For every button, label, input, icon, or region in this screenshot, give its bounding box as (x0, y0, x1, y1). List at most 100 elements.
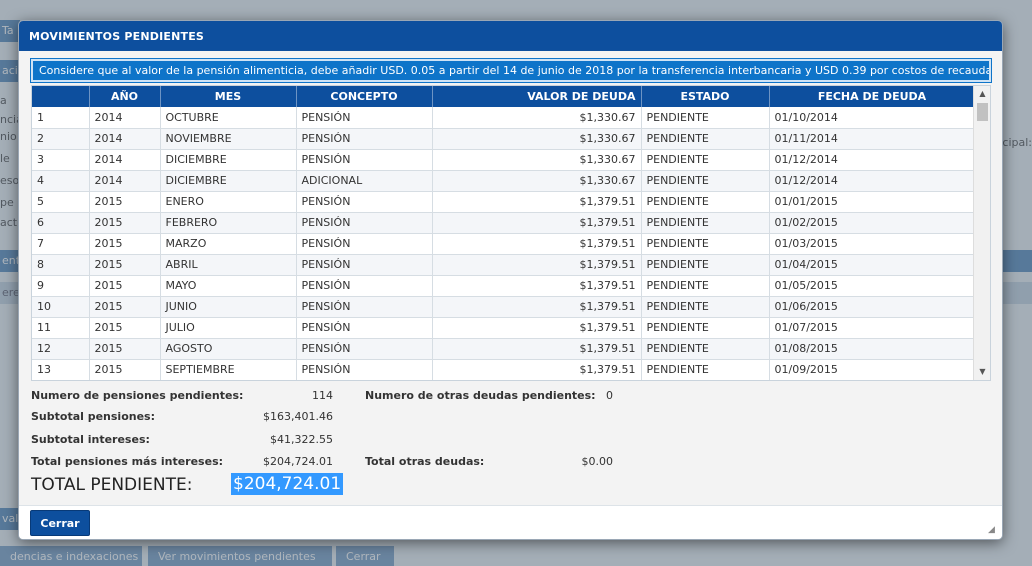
row-index: 3 (32, 149, 90, 171)
table-row[interactable]: 4 2014 DICIEMBRE ADICIONAL $1,330.67 PENDIENT… (32, 170, 976, 192)
table-row[interactable]: 2 2014 NOVIEMBRE PENSIÓN $1,330.67 PENDIENTE 0… (32, 128, 976, 150)
scroll-down-icon[interactable]: ▼ (974, 364, 990, 380)
pensiones-pendientes-value: 114 (312, 389, 333, 402)
row-mes: MARZO (160, 233, 297, 255)
scroll-thumb[interactable] (977, 103, 988, 121)
row-ano: 2015 (89, 212, 161, 234)
row-index: 2 (32, 128, 90, 150)
subtotal-pensiones-value: $163,401.46 (263, 410, 333, 423)
col-header-ano[interactable]: AÑO (89, 86, 161, 107)
row-concepto: PENSIÓN (296, 317, 433, 339)
row-index: 10 (32, 296, 90, 318)
row-estado: PENDIENTE (641, 254, 770, 276)
row-estado: PENDIENTE (641, 296, 770, 318)
subtotal-pensiones-label: Subtotal pensiones: (31, 410, 156, 423)
row-estado: PENDIENTE (641, 275, 770, 297)
table-body: 1 2014 OCTUBRE PENSIÓN $1,330.67 PENDIENTE 01/… (32, 107, 976, 380)
row-concepto: PENSIÓN (296, 107, 433, 129)
table-row[interactable]: 5 2015 ENERO PENSIÓN $1,379.51 PENDIENTE 01/01… (32, 191, 976, 213)
row-concepto: PENSIÓN (296, 338, 433, 360)
col-header-concepto[interactable]: CONCEPTO (296, 86, 433, 107)
row-concepto: PENSIÓN (296, 233, 433, 255)
row-mes: ABRIL (160, 254, 297, 276)
row-fecha-deuda: 01/09/2015 (769, 359, 976, 380)
row-fecha-deuda: 01/02/2015 (769, 212, 976, 234)
otras-deudas-value: 0 (606, 389, 613, 402)
pending-movements-dialog: MOVIMIENTOS PENDIENTES Considere que al … (18, 20, 1003, 540)
row-index: 5 (32, 191, 90, 213)
row-index: 11 (32, 317, 90, 339)
row-mes: JULIO (160, 317, 297, 339)
total-otras-deudas-label: Total otras deudas: (365, 455, 485, 468)
row-mes: AGOSTO (160, 338, 297, 360)
table-row[interactable]: 1 2014 OCTUBRE PENSIÓN $1,330.67 PENDIENTE 01/… (32, 107, 976, 129)
col-header-mes[interactable]: MES (160, 86, 297, 107)
dialog-body: Considere que al valor de la pensión ali… (19, 51, 1002, 505)
row-valor-deuda: $1,379.51 (432, 233, 642, 255)
row-concepto: PENSIÓN (296, 128, 433, 150)
total-otras-deudas-value: $0.00 (581, 455, 614, 468)
subtotal-intereses-value: $41,322.55 (270, 433, 333, 446)
table-row[interactable]: 11 2015 JULIO PENSIÓN $1,379.51 PENDIENTE 01/0… (32, 317, 976, 339)
table-scrollbar[interactable]: ▲ ▼ (973, 86, 990, 380)
table-row[interactable]: 6 2015 FEBRERO PENSIÓN $1,379.51 PENDIENTE 01/… (32, 212, 976, 234)
dialog-title: MOVIMIENTOS PENDIENTES (19, 21, 1002, 51)
summary-panel: Numero de pensiones pendientes: 114 Nume… (31, 387, 991, 503)
table-row[interactable]: 3 2014 DICIEMBRE PENSIÓN $1,330.67 PENDIENTE 0… (32, 149, 976, 171)
row-fecha-deuda: 01/08/2015 (769, 338, 976, 360)
row-valor-deuda: $1,330.67 (432, 149, 642, 171)
col-header-index[interactable] (32, 86, 90, 107)
table-row[interactable]: 8 2015 ABRIL PENSIÓN $1,379.51 PENDIENTE 01/04… (32, 254, 976, 276)
table-header-row: AÑO MES CONCEPTO VALOR DE DEUDA ESTADO F… (32, 86, 976, 107)
row-concepto: PENSIÓN (296, 296, 433, 318)
notice-banner: Considere que al valor de la pensión ali… (30, 58, 992, 83)
row-fecha-deuda: 01/04/2015 (769, 254, 976, 276)
col-header-fecha-deuda[interactable]: FECHA DE DEUDA (769, 86, 976, 107)
row-valor-deuda: $1,379.51 (432, 296, 642, 318)
movements-table: AÑO MES CONCEPTO VALOR DE DEUDA ESTADO F… (32, 86, 976, 380)
table-row[interactable]: 10 2015 JUNIO PENSIÓN $1,379.51 PENDIENTE 01/0… (32, 296, 976, 318)
row-fecha-deuda: 01/10/2014 (769, 107, 976, 129)
table-row[interactable]: 7 2015 MARZO PENSIÓN $1,379.51 PENDIENTE 01/03… (32, 233, 976, 255)
row-index: 8 (32, 254, 90, 276)
row-estado: PENDIENTE (641, 170, 770, 192)
row-mes: DICIEMBRE (160, 170, 297, 192)
table-row[interactable]: 13 2015 SEPTIEMBRE PENSIÓN $1,379.51 PENDIENT… (32, 359, 976, 380)
row-valor-deuda: $1,379.51 (432, 254, 642, 276)
row-index: 1 (32, 107, 90, 129)
row-estado: PENDIENTE (641, 317, 770, 339)
row-concepto: PENSIÓN (296, 359, 433, 380)
row-mes: DICIEMBRE (160, 149, 297, 171)
total-pendiente-label: TOTAL PENDIENTE: (31, 475, 193, 495)
row-valor-deuda: $1,379.51 (432, 359, 642, 380)
row-fecha-deuda: 01/07/2015 (769, 317, 976, 339)
row-valor-deuda: $1,330.67 (432, 107, 642, 129)
row-estado: PENDIENTE (641, 212, 770, 234)
col-header-estado[interactable]: ESTADO (641, 86, 770, 107)
resize-grip-icon[interactable]: ◢ (988, 525, 998, 535)
row-index: 4 (32, 170, 90, 192)
row-ano: 2015 (89, 191, 161, 213)
row-mes: ENERO (160, 191, 297, 213)
row-fecha-deuda: 01/12/2014 (769, 170, 976, 192)
row-estado: PENDIENTE (641, 359, 770, 380)
row-mes: FEBRERO (160, 212, 297, 234)
col-header-valor-deuda[interactable]: VALOR DE DEUDA (432, 86, 642, 107)
row-fecha-deuda: 01/01/2015 (769, 191, 976, 213)
row-fecha-deuda: 01/03/2015 (769, 233, 976, 255)
row-ano: 2015 (89, 317, 161, 339)
row-valor-deuda: $1,379.51 (432, 317, 642, 339)
row-estado: PENDIENTE (641, 128, 770, 150)
row-mes: MAYO (160, 275, 297, 297)
close-button[interactable]: Cerrar (30, 510, 90, 536)
scroll-up-icon[interactable]: ▲ (974, 86, 990, 102)
subtotal-intereses-label: Subtotal intereses: (31, 433, 150, 446)
row-ano: 2015 (89, 233, 161, 255)
row-estado: PENDIENTE (641, 107, 770, 129)
table-row[interactable]: 9 2015 MAYO PENSIÓN $1,379.51 PENDIENTE 01/05/… (32, 275, 976, 297)
row-concepto: PENSIÓN (296, 254, 433, 276)
table-row[interactable]: 12 2015 AGOSTO PENSIÓN $1,379.51 PENDIENTE 01/… (32, 338, 976, 360)
dialog-footer: Cerrar ◢ (19, 505, 1002, 539)
otras-deudas-label: Numero de otras deudas pendientes: (365, 389, 596, 402)
pending-movements-table[interactable]: AÑO MES CONCEPTO VALOR DE DEUDA ESTADO F… (31, 85, 991, 381)
